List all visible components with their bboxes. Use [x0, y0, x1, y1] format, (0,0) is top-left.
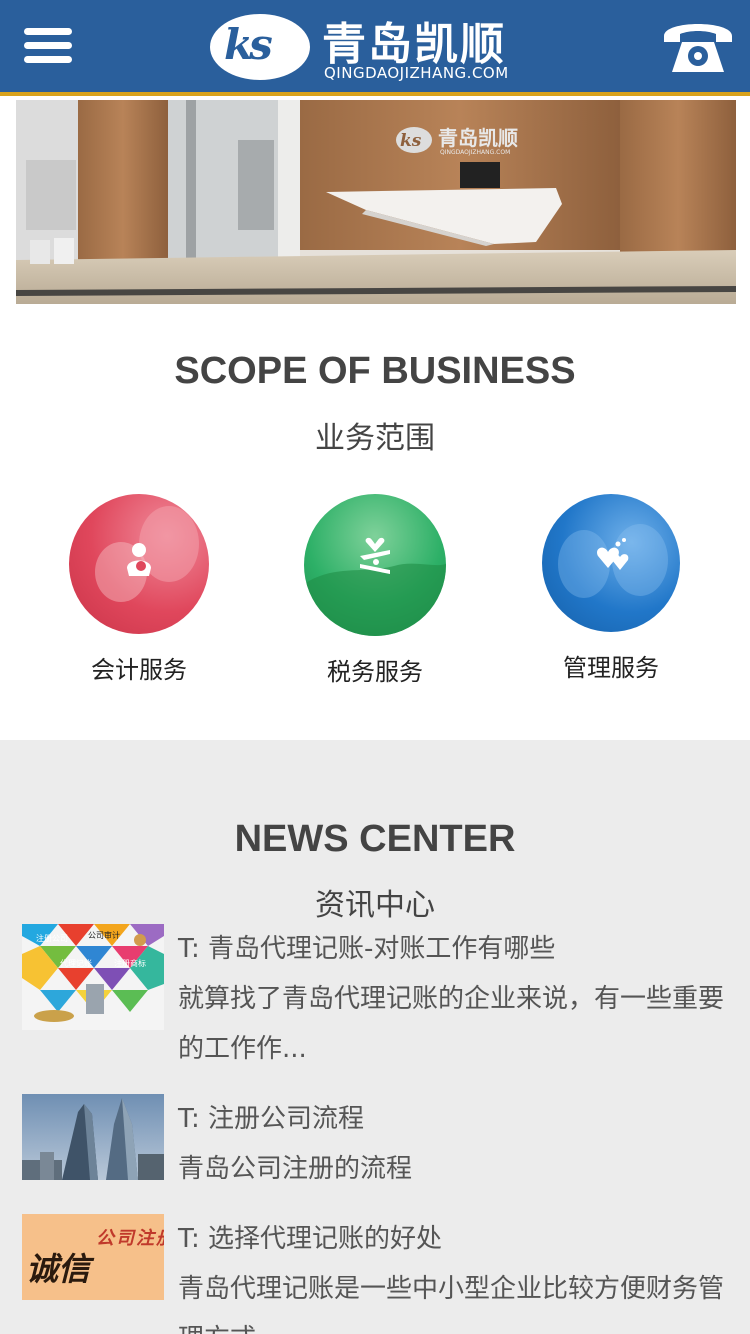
- news-title[interactable]: T: 选择代理记账的好处: [178, 1220, 730, 1258]
- logo-chinese-name: 青岛凯顺: [322, 19, 506, 70]
- logo-mark: ks: [210, 14, 310, 80]
- news-item[interactable]: T: 注册公司流程 青岛公司注册的流程: [22, 1094, 730, 1204]
- news-summary: 青岛代理记账是一些中小型企业比较方便财务管理方式: [178, 1274, 725, 1334]
- svg-text:公司注册: 公司注册: [96, 1228, 164, 1249]
- news-summary: 青岛公司注册的流程: [178, 1154, 413, 1184]
- service-accounting[interactable]: 会计服务: [49, 494, 229, 685]
- svg-text:诚信: 诚信: [26, 1250, 95, 1288]
- svg-text:QINGDAOJIZHANG.COM: QINGDAOJIZHANG.COM: [440, 149, 510, 156]
- svg-text:公司审计: 公司审计: [88, 930, 120, 940]
- hearts-icon: [542, 494, 680, 632]
- news-item[interactable]: 注册公司 公司审计 代理记账 注册商标 T: 青岛代理记账-对账工作有哪些 就算…: [22, 924, 730, 1084]
- hands-heart-icon: [304, 494, 446, 636]
- mother-baby-icon: [69, 494, 209, 634]
- top-header: ks 青岛凯顺 QINGDAOJIZHANG.COM: [0, 0, 750, 96]
- section-title-scope: SCOPE OF BUSINESS: [174, 350, 576, 392]
- news-title[interactable]: T: 注册公司流程: [178, 1100, 730, 1138]
- service-label: 会计服务: [91, 656, 187, 684]
- section-subtitle-scope: 业务范围: [315, 421, 435, 456]
- news-item[interactable]: 公司注册 诚信 T: 选择代理记账的好处 青岛代理记账是一些中小型企业比较方便财…: [22, 1214, 730, 1334]
- hero-banner-image[interactable]: ks 青岛凯顺 QINGDAOJIZHANG.COM: [16, 100, 736, 304]
- service-label: 税务服务: [327, 658, 423, 686]
- hamburger-menu-icon[interactable]: [24, 28, 72, 68]
- service-label: 管理服务: [563, 654, 659, 682]
- news-title[interactable]: T: 青岛代理记账-对账工作有哪些: [178, 930, 730, 968]
- site-logo[interactable]: ks 青岛凯顺 QINGDAOJIZHANG.COM: [210, 10, 520, 84]
- service-management[interactable]: 管理服务: [521, 494, 701, 683]
- news-thumbnail: 公司注册 诚信: [22, 1214, 164, 1300]
- telephone-icon[interactable]: [660, 12, 736, 78]
- news-summary: 就算找了青岛代理记账的企业来说，有一些重要的工作作...: [178, 984, 725, 1064]
- svg-text:注册商标: 注册商标: [114, 958, 146, 968]
- svg-text:代理记账: 代理记账: [60, 958, 92, 968]
- banner-wall-logo: 青岛凯顺: [438, 126, 518, 150]
- svg-text:ks: ks: [400, 131, 422, 151]
- section-title-news: NEWS CENTER: [234, 818, 516, 860]
- news-thumbnail: [22, 1094, 164, 1180]
- section-subtitle-news: 资讯中心: [315, 888, 435, 923]
- svg-text:注册公司: 注册公司: [36, 933, 68, 943]
- news-thumbnail: 注册公司 公司审计 代理记账 注册商标: [22, 924, 164, 1030]
- logo-domain: QINGDAOJIZHANG.COM: [324, 64, 509, 82]
- service-tax[interactable]: 税务服务: [285, 494, 465, 687]
